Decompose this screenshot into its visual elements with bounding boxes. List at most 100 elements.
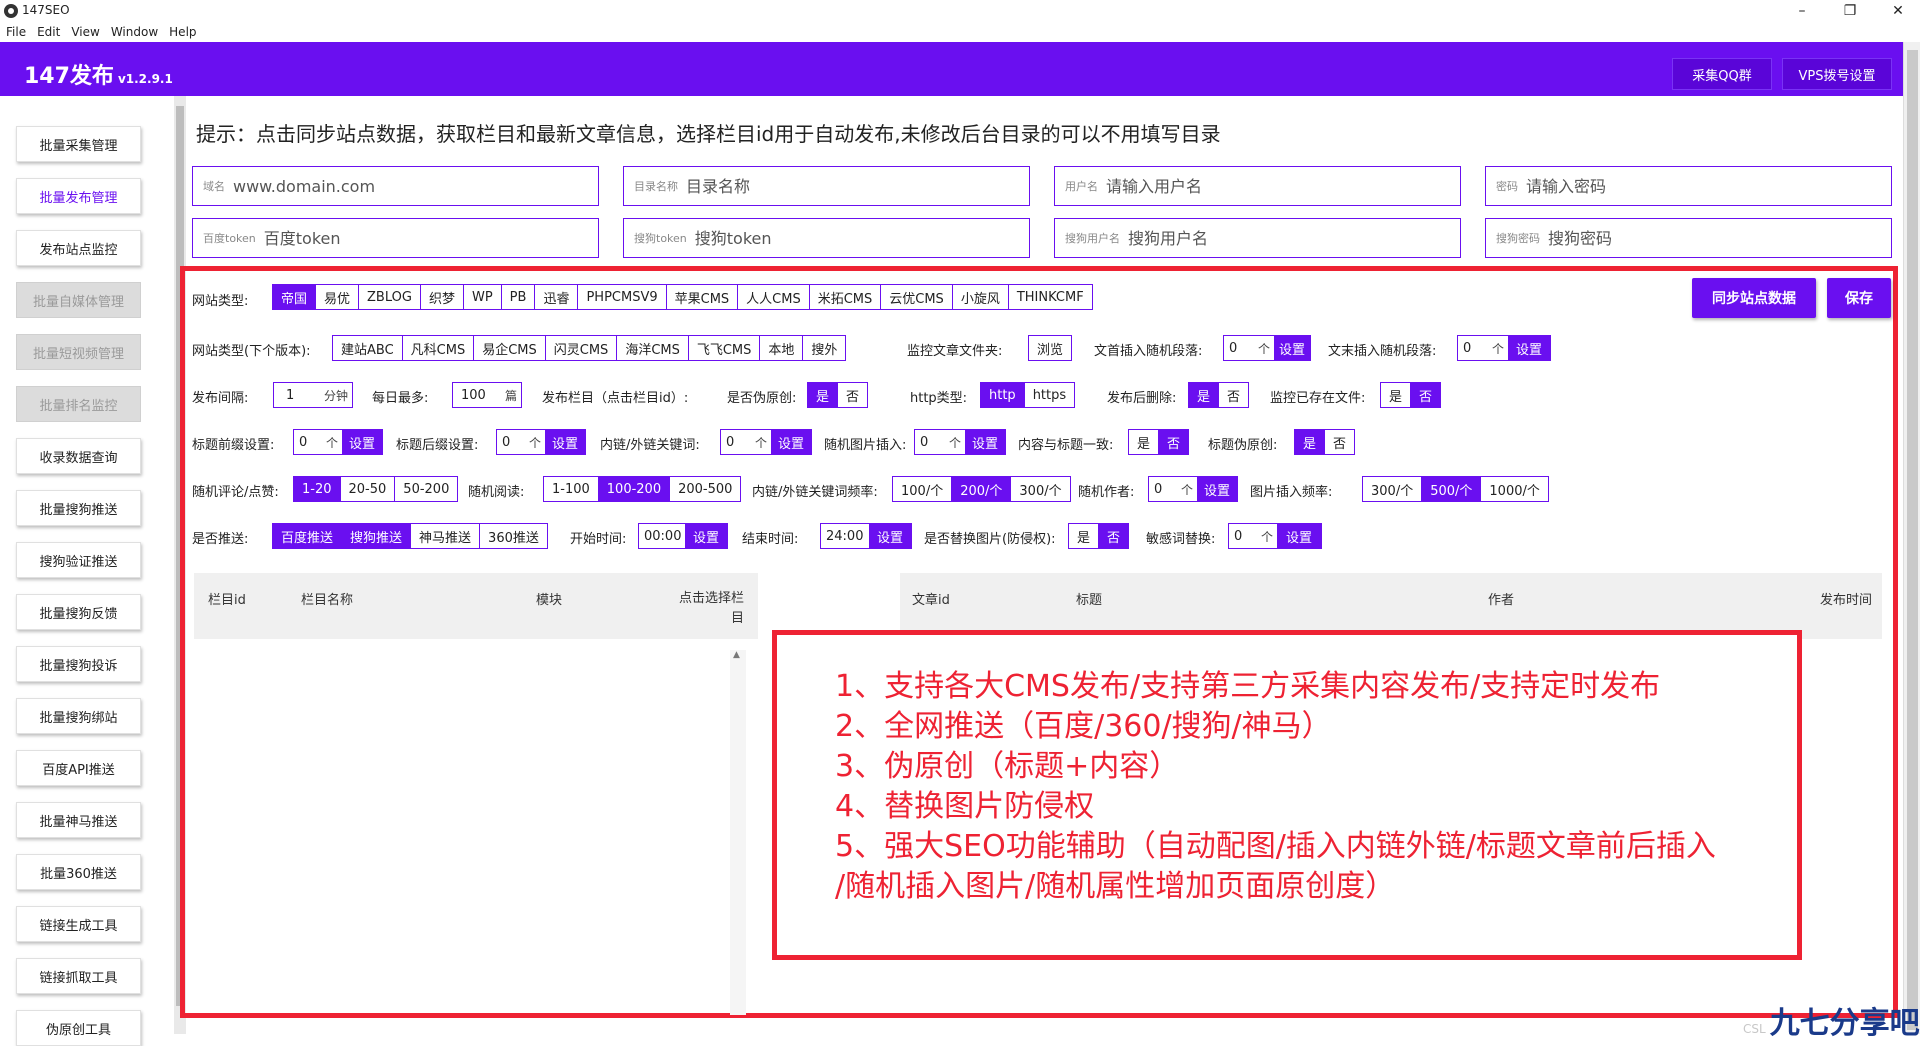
site-type-next-option[interactable]: 搜外 xyxy=(803,336,846,360)
sidebar-item[interactable]: 批量搜狗推送 xyxy=(16,490,141,526)
sidebar-item[interactable]: 链接生成工具 xyxy=(16,906,141,942)
random-comment-selector[interactable]: 1-20 20-50 50-200 xyxy=(293,476,459,502)
site-type-next-option[interactable]: 建站ABC xyxy=(333,336,403,360)
col-title[interactable]: 标题 xyxy=(1076,589,1102,608)
baidu-token-field[interactable]: 百度token xyxy=(192,218,599,258)
consistent-no[interactable]: 否 xyxy=(1159,430,1189,454)
site-type-option[interactable]: 织梦 xyxy=(420,285,464,309)
keyword-frequency-option[interactable]: 300/个 xyxy=(1011,477,1070,501)
start-time-stepper[interactable]: 00:00 设置 xyxy=(638,523,728,549)
image-frequency-option[interactable]: 500/个 xyxy=(1422,477,1482,501)
site-type-option[interactable]: 人人CMS xyxy=(738,285,810,309)
site-type-next-option[interactable]: 海洋CMS xyxy=(617,336,689,360)
site-type-next-option[interactable]: 易企CMS xyxy=(474,336,546,360)
pseudo-original-toggle[interactable]: 是 否 xyxy=(807,382,869,408)
push-option[interactable]: 搜狗推送 xyxy=(342,524,412,548)
scroll-up-icon[interactable]: ▲ xyxy=(733,650,740,660)
site-type-next-option[interactable]: 凡科CMS xyxy=(402,336,475,360)
push-selector[interactable]: 百度推送 搜狗推送 神马推送 360推送 xyxy=(272,523,548,549)
browse-button[interactable]: 浏览 xyxy=(1028,335,1073,361)
title-suffix-set-button[interactable]: 设置 xyxy=(545,430,585,454)
monitor-exist-no[interactable]: 否 xyxy=(1411,383,1441,407)
title-prefix-stepper[interactable]: 0 个 设置 xyxy=(293,429,383,455)
read-option[interactable]: 1-100 xyxy=(544,477,599,501)
sogou-password-input[interactable] xyxy=(1548,228,1785,248)
head-insert-stepper[interactable]: 0 个 设置 xyxy=(1223,335,1311,361)
monitor-exist-yes[interactable]: 是 xyxy=(1381,383,1412,407)
domain-field[interactable]: 域名 xyxy=(192,166,599,206)
http-option[interactable]: http xyxy=(981,383,1025,407)
keywords-set-button[interactable]: 设置 xyxy=(771,430,811,454)
random-image-stepper[interactable]: 0 个 设置 xyxy=(914,429,1006,455)
column-table-scrollbar[interactable]: ▲ xyxy=(730,650,746,1015)
close-icon[interactable]: ✕ xyxy=(1876,0,1920,22)
sidebar-item[interactable]: 百度API推送 xyxy=(16,750,141,786)
consistent-yes[interactable]: 是 xyxy=(1129,430,1160,454)
scrollbar-thumb[interactable] xyxy=(1907,50,1918,1030)
delete-after-toggle[interactable]: 是 否 xyxy=(1188,382,1250,408)
minimize-icon[interactable]: – xyxy=(1780,0,1824,22)
random-image-set-button[interactable]: 设置 xyxy=(965,430,1005,454)
site-type-next-selector[interactable]: 建站ABC 凡科CMS 易企CMS 闪灵CMS 海洋CMS 飞飞CMS 本地 搜外 xyxy=(332,335,847,361)
site-type-option[interactable]: 米拓CMS xyxy=(809,285,882,309)
delete-yes[interactable]: 是 xyxy=(1189,383,1220,407)
username-field[interactable]: 用户名 xyxy=(1054,166,1461,206)
site-type-option[interactable]: ZBLOG xyxy=(359,285,421,309)
sidebar-item[interactable]: 批量神马推送 xyxy=(16,802,141,838)
col-column-id[interactable]: 栏目id xyxy=(208,589,246,608)
site-type-selector[interactable]: 帝国 易优 ZBLOG 织梦 WP PB 迅睿 PHPCMSV9 苹果CMS 人人CMS 米拓CMS… xyxy=(272,284,1093,310)
password-input[interactable] xyxy=(1526,176,1763,196)
https-option[interactable]: https xyxy=(1024,383,1075,407)
site-type-option[interactable]: 苹果CMS xyxy=(666,285,739,309)
image-frequency-selector[interactable]: 300/个 500/个 1000/个 xyxy=(1362,476,1549,502)
qq-group-button[interactable]: 采集QQ群 xyxy=(1672,58,1772,90)
site-type-option[interactable]: 易优 xyxy=(316,285,360,309)
restore-icon[interactable]: ❐ xyxy=(1828,0,1872,22)
sogou-token-field[interactable]: 搜狗token xyxy=(623,218,1030,258)
keyword-frequency-option[interactable]: 200/个 xyxy=(952,477,1012,501)
browse-label[interactable]: 浏览 xyxy=(1029,336,1072,360)
replace-image-no[interactable]: 否 xyxy=(1099,524,1129,548)
sidebar-item[interactable]: 批量搜狗投诉 xyxy=(16,646,141,682)
comment-option[interactable]: 50-200 xyxy=(395,477,458,501)
random-read-selector[interactable]: 1-100 100-200 200-500 xyxy=(543,476,742,502)
sogou-username-input[interactable] xyxy=(1128,228,1365,248)
site-type-option[interactable]: PHPCMSV9 xyxy=(578,285,667,309)
sogou-username-field[interactable]: 搜狗用户名 xyxy=(1054,218,1461,258)
sidebar-item[interactable]: 批量搜狗反馈 xyxy=(16,594,141,630)
site-type-next-option[interactable]: 本地 xyxy=(760,336,804,360)
sidebar-item[interactable]: 链接抓取工具 xyxy=(16,958,141,994)
window-scrollbar[interactable] xyxy=(1903,42,1920,1034)
menu-window[interactable]: Window xyxy=(111,22,165,42)
push-option[interactable]: 百度推送 xyxy=(273,524,343,548)
baidu-token-input[interactable] xyxy=(263,228,501,248)
title-suffix-stepper[interactable]: 0 个 设置 xyxy=(496,429,586,455)
sogou-token-input[interactable] xyxy=(694,228,932,248)
head-insert-set-button[interactable]: 设置 xyxy=(1274,336,1310,360)
daily-max-value[interactable]: 100 xyxy=(453,383,486,407)
start-time-value[interactable]: 00:00 xyxy=(639,524,681,548)
keyword-frequency-selector[interactable]: 100/个 200/个 300/个 xyxy=(892,476,1071,502)
delete-no[interactable]: 否 xyxy=(1219,383,1249,407)
sidebar-item[interactable]: 批量360推送 xyxy=(16,854,141,890)
image-frequency-option[interactable]: 1000/个 xyxy=(1481,477,1548,501)
daily-max-stepper[interactable]: 100 篇 xyxy=(452,382,522,408)
sidebar-item[interactable]: 搜狗验证推送 xyxy=(16,542,141,578)
sidebar-item[interactable]: 发布站点监控 xyxy=(16,230,141,266)
col-column-name[interactable]: 栏目名称 xyxy=(301,589,353,608)
title-pseudo-toggle[interactable]: 是 否 xyxy=(1294,429,1356,455)
vps-dial-settings-button[interactable]: VPS拨号设置 xyxy=(1782,58,1892,90)
col-publish-time[interactable]: 发布时间 xyxy=(1820,589,1872,608)
interval-value[interactable]: 1 xyxy=(274,383,294,407)
replace-image-toggle[interactable]: 是 否 xyxy=(1068,523,1130,549)
title-pseudo-no[interactable]: 否 xyxy=(1325,430,1355,454)
http-type-selector[interactable]: http https xyxy=(980,382,1076,408)
menu-help[interactable]: Help xyxy=(169,22,203,42)
site-type-next-option[interactable]: 飞飞CMS xyxy=(688,336,761,360)
end-time-stepper[interactable]: 24:00 设置 xyxy=(820,523,912,549)
col-author[interactable]: 作者 xyxy=(1488,589,1514,608)
keyword-frequency-option[interactable]: 100/个 xyxy=(893,477,953,501)
menu-view[interactable]: View xyxy=(71,22,106,42)
site-type-option[interactable]: 迅睿 xyxy=(535,285,579,309)
sidebar-item[interactable]: 批量搜狗绑站 xyxy=(16,698,141,734)
